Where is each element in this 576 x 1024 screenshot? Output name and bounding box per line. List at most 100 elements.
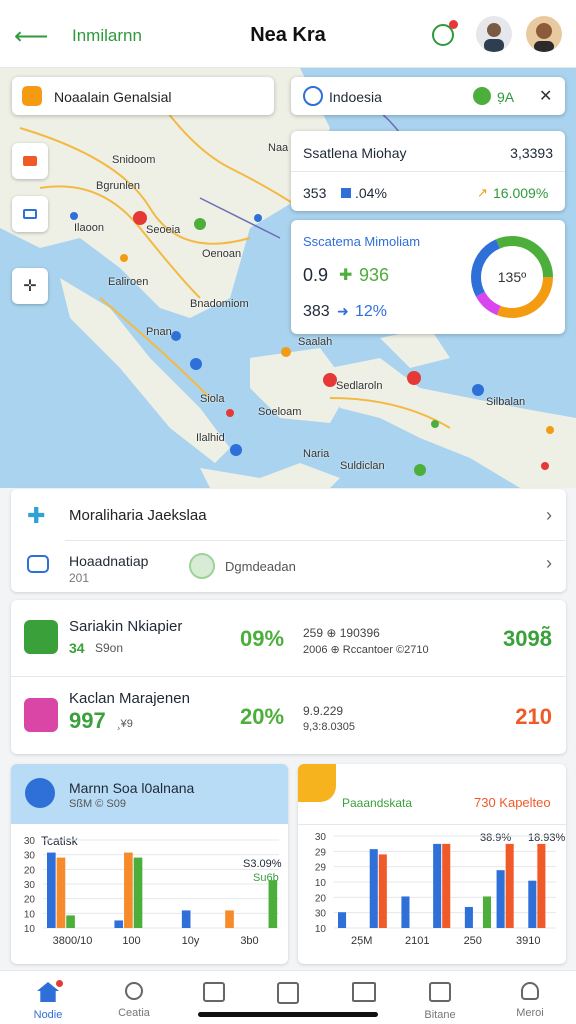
metric-2-pct: 20% <box>240 704 285 729</box>
bar <box>496 870 505 928</box>
divider <box>291 171 565 172</box>
metric-1-right: 3098̃ <box>503 626 552 651</box>
map-place-label: Ealiroen <box>108 276 149 288</box>
bar <box>268 880 278 928</box>
avatar-user-2[interactable] <box>526 16 562 52</box>
map-place-label: Naria <box>303 448 330 460</box>
x-tick-label: 10y <box>182 935 200 947</box>
avatar-user-1[interactable] <box>476 16 512 52</box>
y-tick-label: 30 <box>315 909 327 920</box>
bar <box>338 912 347 928</box>
trend-up-icon: ↗ <box>477 185 488 200</box>
crosshair-icon: ✛ <box>23 278 37 295</box>
location-pin-icon <box>473 87 491 105</box>
map-layers-button[interactable] <box>12 143 48 179</box>
menu-row-2-tag: Dgmdeadan <box>225 559 296 574</box>
location-search[interactable]: Noaalain Genalsial <box>12 77 274 115</box>
chart-1-plot: 30 30 20 30 20 10 10 3800/10 100 10y 3b0 <box>24 836 279 947</box>
plus-icon: ✚ <box>339 267 353 284</box>
nav-item-profile[interactable]: Meroi <box>490 982 570 1019</box>
stat-title: Ssatlena Miohay <box>303 145 407 161</box>
map-place-label: Bgrunlen <box>96 180 141 192</box>
menu-row-2-label[interactable]: Hoaadnatiap <box>69 553 148 569</box>
y-tick-label: 20 <box>24 895 36 906</box>
nav-label: Meroi <box>516 1007 544 1019</box>
donut-center-text: 135º <box>498 269 526 285</box>
stat-right-value: 16.009% <box>493 185 549 201</box>
chevron-right-icon[interactable]: › <box>546 505 552 526</box>
map-place-label: Oenoan <box>202 248 242 260</box>
metric-1-value: 34 <box>69 640 85 656</box>
close-icon[interactable]: ✕ <box>539 86 552 106</box>
donut-row1-value: 0.9 <box>303 265 329 285</box>
map-filter-button[interactable] <box>12 196 48 232</box>
chart-card-1: Marnn Soa l0alnana SßM © S09 Tcatisk S3.… <box>11 764 288 964</box>
bar <box>505 843 514 928</box>
chart-2-plot: 30 29 29 10 20 30 10 25̣M 2101 250 3910 <box>315 832 556 947</box>
donut-row2-delta: 12% <box>355 303 388 320</box>
nav-item-map[interactable] <box>324 982 404 1007</box>
metric-2-value: 997 <box>69 708 106 733</box>
y-tick-label: 20 <box>24 865 36 876</box>
globe-icon <box>303 86 323 106</box>
y-tick-label: 29 <box>315 863 327 874</box>
plus-cross-icon: ✚ <box>27 503 46 528</box>
metric-1-name: Sariakin Nkiapier <box>69 618 183 635</box>
metric-1-sub: S9on <box>95 641 124 655</box>
x-tick-label: 3800/10 <box>53 935 93 947</box>
bar <box>442 843 451 928</box>
x-tick-label: 25̣M <box>351 935 372 947</box>
app-header: ⟵ Inmilarnn Nea Kra <box>0 0 576 68</box>
leaf-icon <box>24 620 58 654</box>
chart-card-2: Paaandskata 730 Kapelteo 38.9% 18.93% 30… <box>298 764 566 964</box>
search-text: Noaalain Genalsial <box>54 89 172 105</box>
bar <box>528 880 537 928</box>
metrics-card: Sariakin Nkiapier 34 S9on 09% 259 ⊕ 1903… <box>11 600 566 754</box>
y-tick-label: 30 <box>24 880 36 891</box>
filter-icon <box>23 209 37 219</box>
map-place-label: Silbalan <box>486 396 526 408</box>
metric-1-mid-bottom: 2006 ⊕ Rccantoer ©2710 <box>303 644 429 656</box>
bar <box>537 843 546 928</box>
metric-1-pct: 09% <box>240 626 285 651</box>
chevron-right-icon[interactable]: › <box>546 553 552 574</box>
map-place-label: Sedlaroln <box>336 380 383 392</box>
nav-item-home[interactable]: Nodie <box>8 982 88 1021</box>
stat-left-pct: .04% <box>355 185 387 201</box>
nav-item-search[interactable]: Ceatia <box>94 982 174 1019</box>
apps-icon <box>203 982 225 1002</box>
nav-label: Ceatia <box>118 1007 150 1019</box>
menu-row-1-label[interactable]: Moraliharia Jaekslaa <box>69 507 207 524</box>
nav-item-files[interactable]: Bitane <box>400 982 480 1021</box>
notification-badge <box>449 20 458 29</box>
nav-item-edit[interactable] <box>248 982 328 1009</box>
y-tick-label: 30 <box>24 851 36 862</box>
region-value: 9̣A <box>497 89 515 105</box>
folder-icon <box>429 982 451 1002</box>
y-tick-label: 29 <box>315 847 327 858</box>
nav-label: Bitane <box>424 1009 456 1021</box>
stat-card: Ssatlena Miohay 3,3393 353 .04% ↗ 16.009… <box>291 131 565 211</box>
bar <box>369 849 378 928</box>
bar <box>378 854 387 928</box>
donut-row2-value: 383 <box>303 303 330 320</box>
map-place-label: Suldiclan <box>340 460 385 472</box>
arrow-icon: ➜ <box>337 303 349 319</box>
metric-1-mid-top: 259 ⊕ 190396 <box>303 626 380 640</box>
y-tick-label: 30 <box>315 832 327 843</box>
home-indicator <box>198 1012 378 1017</box>
bar <box>133 857 143 928</box>
metric-2-right: 210 <box>515 704 552 729</box>
x-tick-label: 3b0 <box>240 935 258 947</box>
map-locate-button[interactable]: ✛ <box>12 268 48 304</box>
map-place-label: Snidoom <box>112 154 156 166</box>
map-place-label: Ilaoon <box>74 222 104 234</box>
bar <box>114 920 124 928</box>
bar <box>401 896 410 928</box>
bar <box>433 843 442 928</box>
divider <box>11 676 566 677</box>
bar <box>225 910 234 928</box>
region-selector[interactable]: Indoesia 9̣A ✕ <box>291 77 565 115</box>
nav-item-apps[interactable] <box>174 982 254 1007</box>
y-tick-label: 10 <box>315 924 327 935</box>
